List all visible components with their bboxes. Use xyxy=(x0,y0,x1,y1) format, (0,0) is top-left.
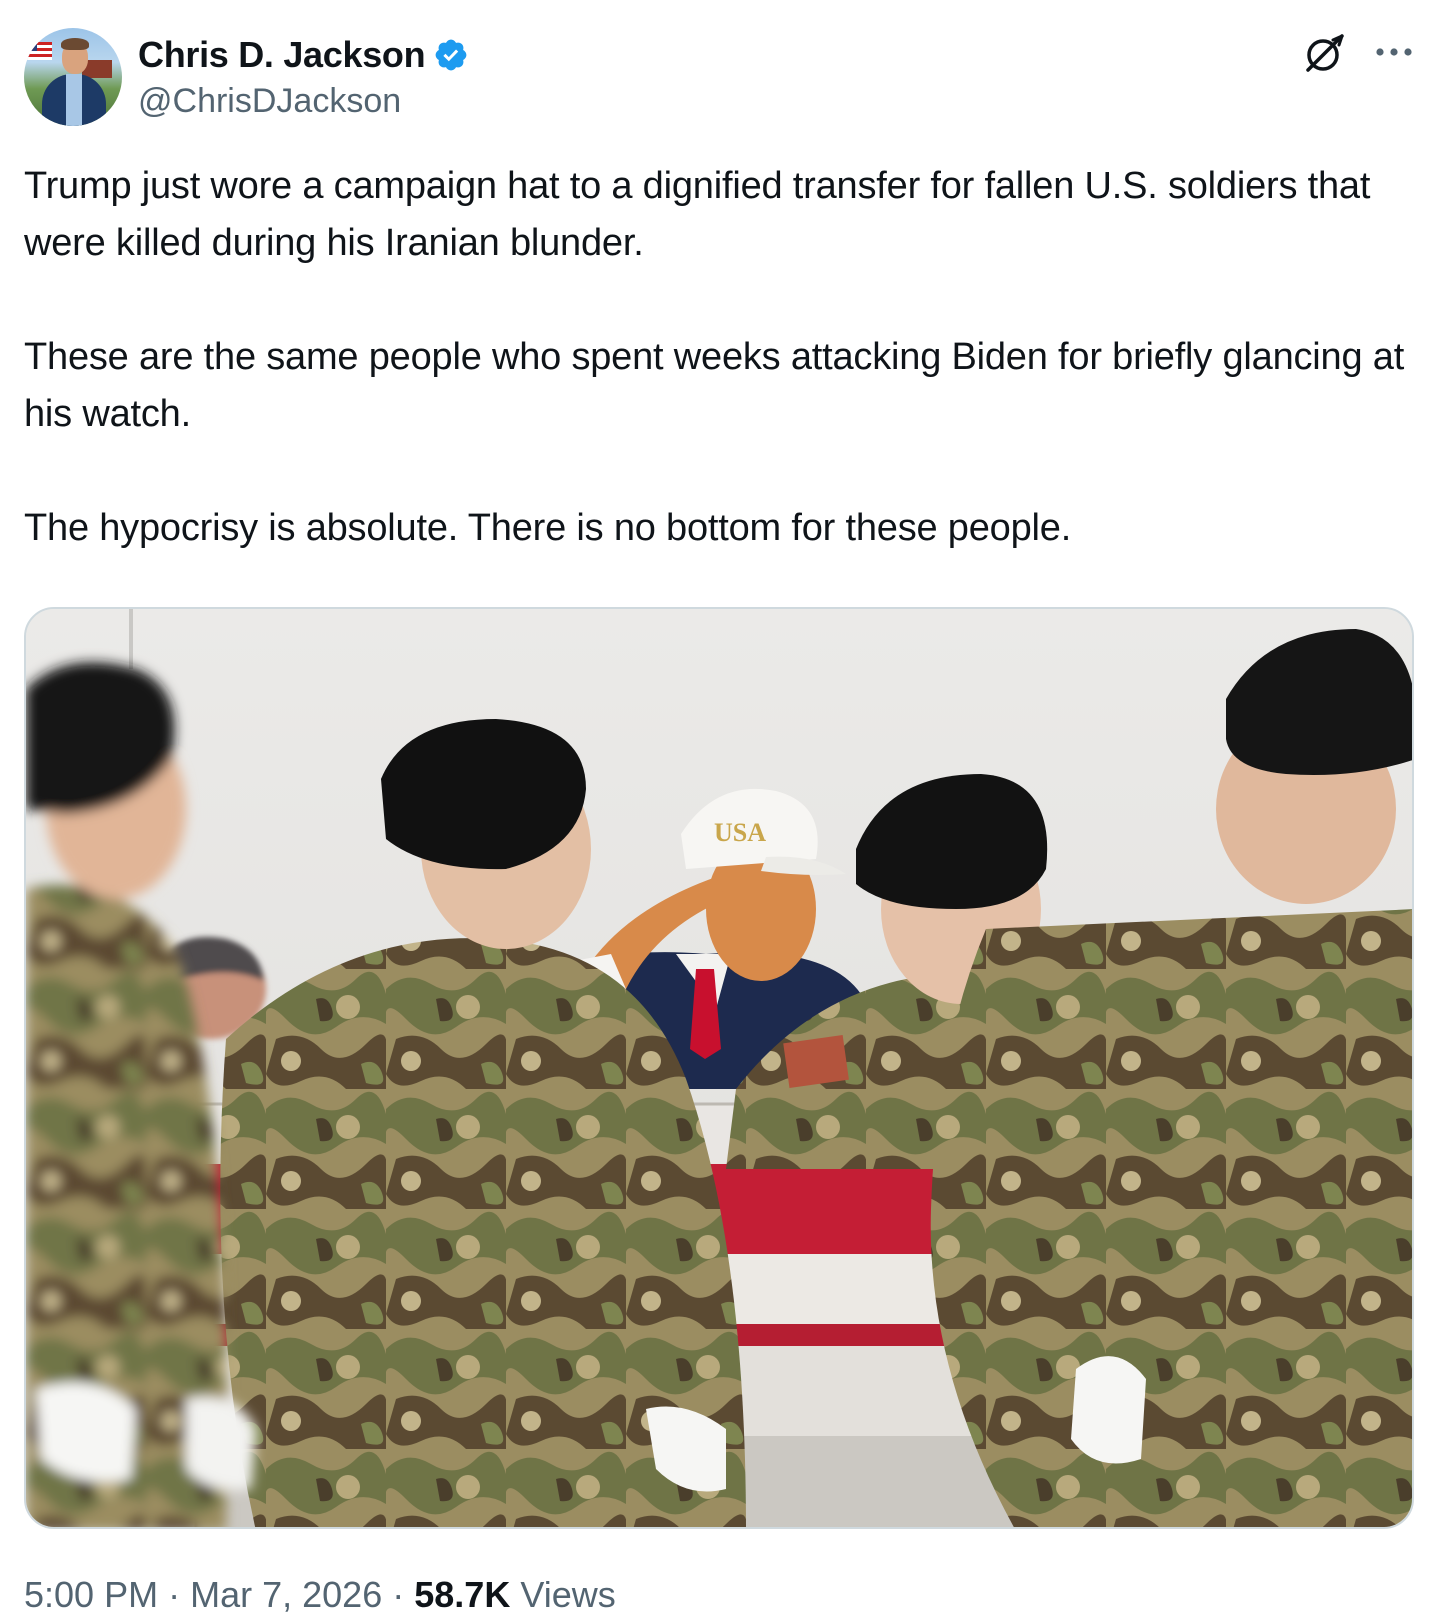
avatar-shirt xyxy=(66,74,82,126)
meta-separator: · xyxy=(168,1574,181,1615)
tweet-photo[interactable]: USA xyxy=(24,607,1414,1529)
tweet-date[interactable]: Mar 7, 2026 xyxy=(190,1574,382,1615)
name-row: Chris D. Jackson xyxy=(138,34,469,76)
views-count[interactable]: 58.7K xyxy=(414,1574,510,1615)
tweet-header: Chris D. Jackson @ChrisDJackson xyxy=(24,28,1416,128)
views-label[interactable]: Views xyxy=(520,1574,615,1615)
avatar[interactable] xyxy=(24,28,122,126)
handle[interactable]: @ChrisDJackson xyxy=(138,82,401,121)
tweet-text: Trump just wore a campaign hat to a dign… xyxy=(24,158,1414,557)
display-name[interactable]: Chris D. Jackson xyxy=(138,34,426,76)
verified-badge-icon[interactable] xyxy=(433,37,469,73)
tweet-paragraph: The hypocrisy is absolute. There is no b… xyxy=(24,507,1072,549)
more-icon[interactable] xyxy=(1372,32,1416,72)
meta-separator: · xyxy=(392,1574,405,1615)
hat-text: USA xyxy=(714,818,766,847)
tweet-time[interactable]: 5:00 PM xyxy=(24,1574,158,1615)
avatar-flag xyxy=(26,42,52,60)
tweet-meta: 5:00 PM · Mar 7, 2026 · 58.7K Views xyxy=(24,1574,616,1616)
tweet-paragraph: These are the same people who spent week… xyxy=(24,336,1405,435)
photo-illustration: USA xyxy=(26,609,1412,1527)
grok-icon[interactable] xyxy=(1302,30,1348,76)
avatar-hair xyxy=(61,38,89,50)
tweet-paragraph: Trump just wore a campaign hat to a dign… xyxy=(24,165,1371,264)
